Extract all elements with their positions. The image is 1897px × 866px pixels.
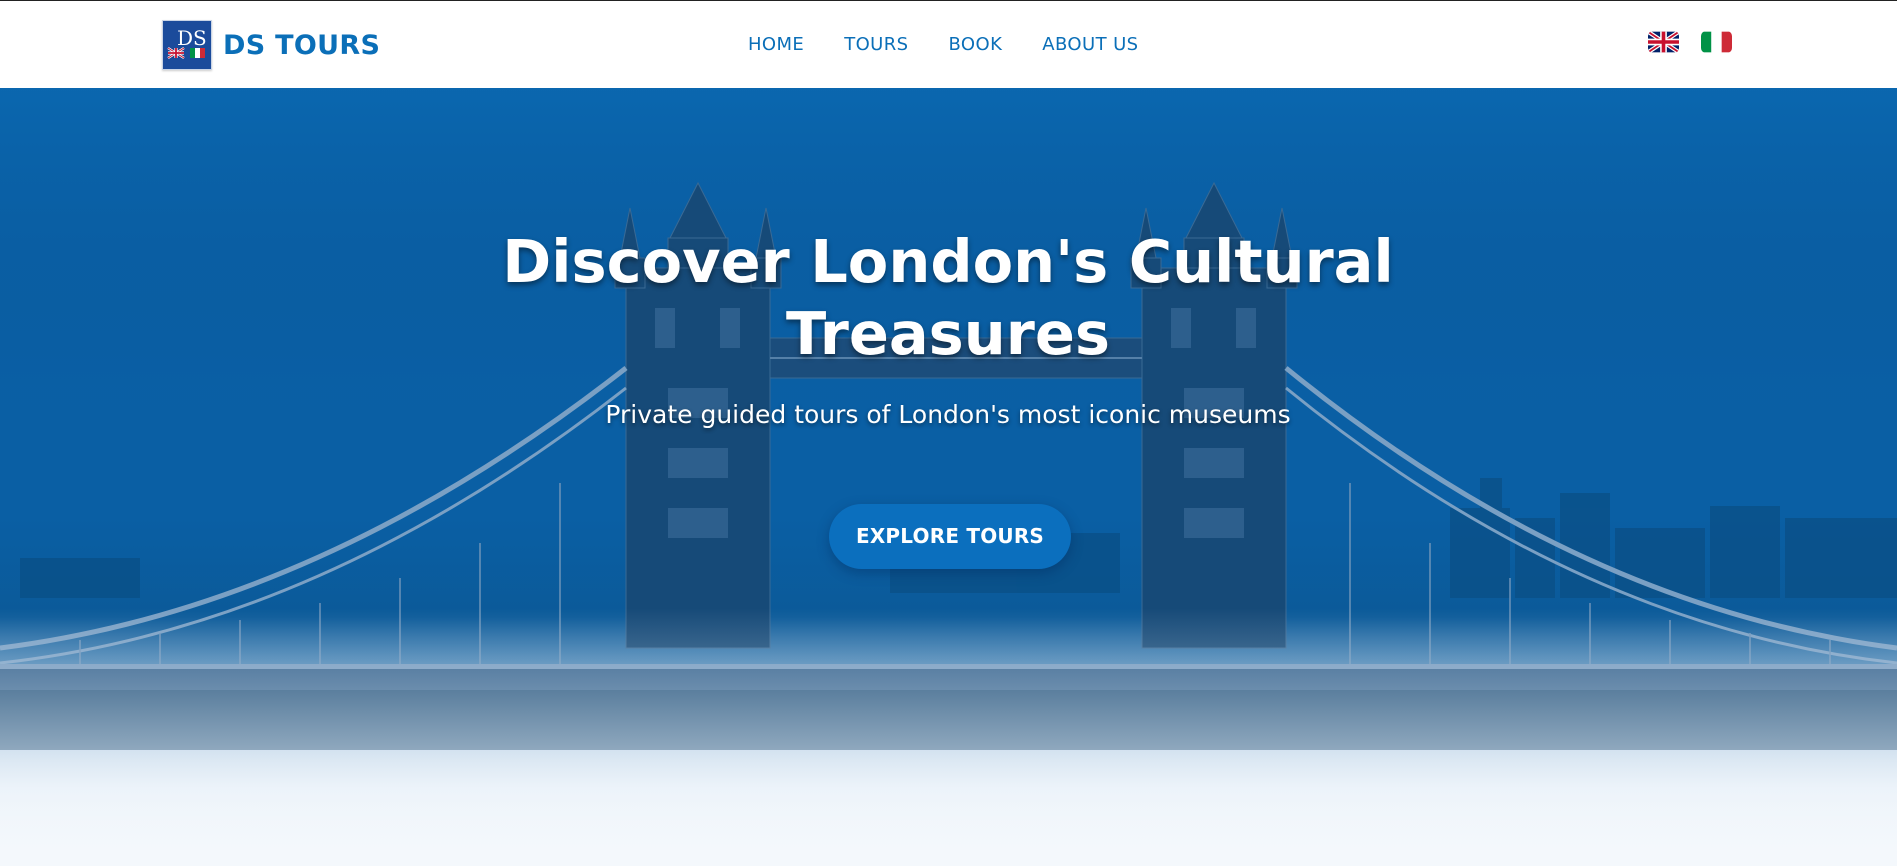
hero-title-line-2: Treasures bbox=[785, 299, 1111, 368]
hero-title: Discover London's Cultural Treasures bbox=[448, 226, 1448, 370]
nav-link-tours[interactable]: TOURS bbox=[844, 34, 908, 55]
brand-logo-link[interactable]: DS DS TOURS bbox=[162, 20, 380, 70]
svg-text:DS: DS bbox=[177, 26, 207, 50]
site-header: DS DS TOURS HOME TOURS BOOK ABOUT US bbox=[0, 0, 1897, 88]
hero-title-line-1: Discover London's Cultural bbox=[502, 227, 1394, 296]
nav-link-home[interactable]: HOME bbox=[748, 34, 804, 55]
uk-flag-icon[interactable] bbox=[1648, 31, 1679, 53]
logo-icon: DS bbox=[162, 20, 212, 70]
hero-section: Discover London's Cultural Treasures Pri… bbox=[0, 88, 1897, 866]
brand-name: DS TOURS bbox=[223, 29, 381, 61]
language-switcher bbox=[1648, 31, 1732, 53]
italy-flag-icon[interactable] bbox=[1701, 31, 1732, 53]
tower-bridge-image bbox=[0, 88, 1897, 866]
hero-subtitle: Private guided tours of London's most ic… bbox=[605, 400, 1291, 429]
main-nav: HOME TOURS BOOK ABOUT US bbox=[748, 34, 1139, 55]
nav-link-book[interactable]: BOOK bbox=[949, 34, 1003, 55]
explore-tours-button[interactable]: EXPLORE TOURS bbox=[829, 504, 1071, 569]
nav-link-about-us[interactable]: ABOUT US bbox=[1042, 34, 1138, 55]
